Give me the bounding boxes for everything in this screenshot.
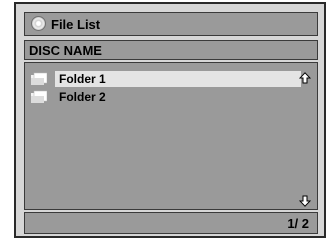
page-indicator: 1/ 2 bbox=[287, 216, 309, 231]
folder-list: Folder 1 Folder 2 bbox=[24, 62, 318, 210]
list-item-folder-2[interactable]: Folder 2 bbox=[31, 89, 309, 105]
disc-name: DISC NAME bbox=[29, 43, 102, 58]
window-title: File List bbox=[51, 17, 101, 32]
arrow-down-icon[interactable] bbox=[299, 195, 311, 207]
arrow-up-icon[interactable] bbox=[299, 72, 311, 84]
disc-icon bbox=[31, 16, 46, 31]
list-item-label: Folder 1 bbox=[59, 72, 106, 86]
list-item-folder-1[interactable]: Folder 1 bbox=[31, 71, 309, 87]
title-bar: File List bbox=[24, 12, 318, 36]
folder-icon bbox=[31, 72, 47, 85]
file-list-window: File List DISC NAME Folder 1 Folder 2 1/… bbox=[14, 2, 326, 238]
footer-bar: 1/ 2 bbox=[24, 212, 318, 234]
folder-icon bbox=[31, 90, 47, 103]
disc-name-bar: DISC NAME bbox=[24, 40, 318, 60]
list-item-label: Folder 2 bbox=[59, 90, 106, 104]
